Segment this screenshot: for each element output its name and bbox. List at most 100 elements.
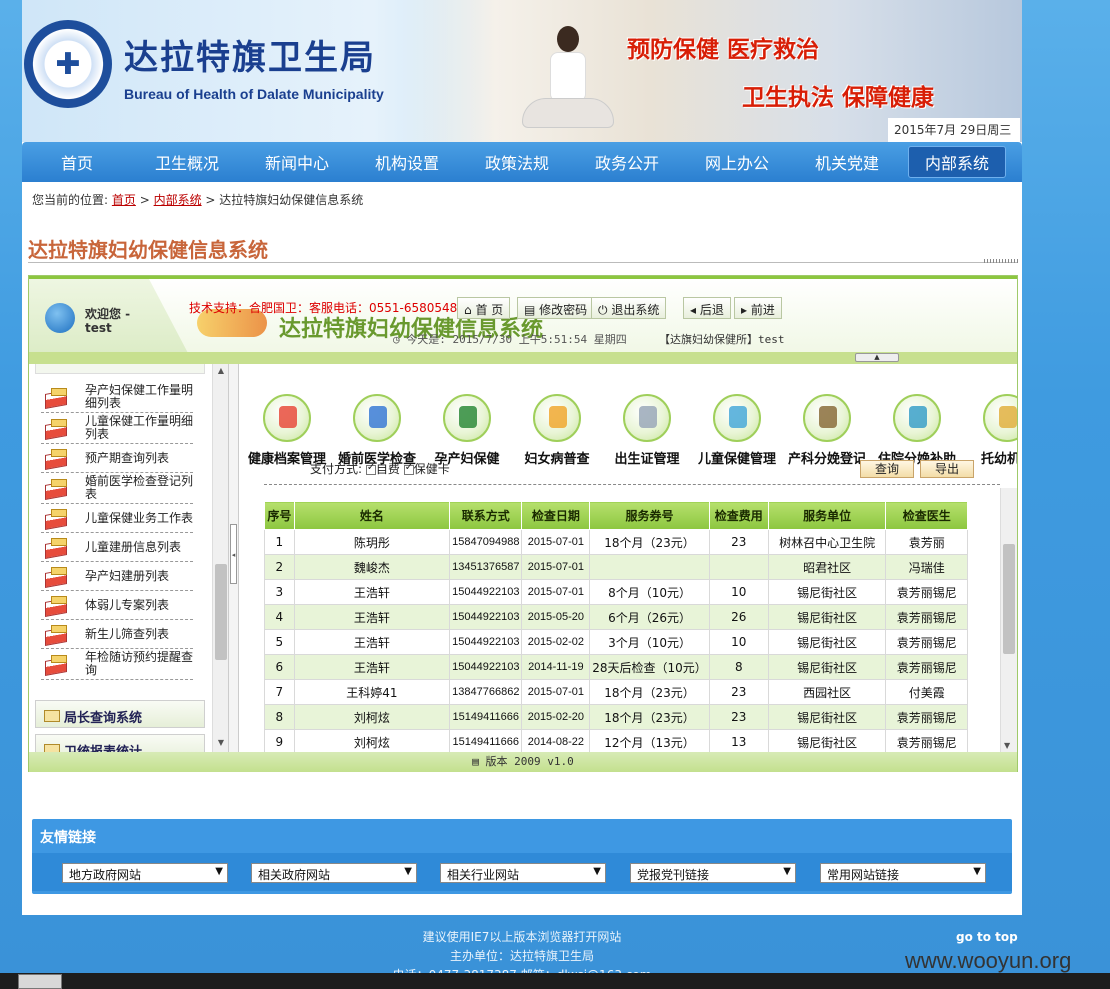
back-button[interactable]: ◂ 后退	[683, 297, 731, 319]
scroll-up-icon[interactable]: ▲	[215, 366, 227, 378]
table-cell: 1	[264, 529, 295, 555]
nav-item-online-office[interactable]: 网上办公	[682, 150, 792, 174]
table-row[interactable]: 7 王科婷41 13847766862 2015-07-01 18个月（23元） 23 西园…	[264, 679, 968, 705]
select-party-press[interactable]: 党报党刊链接	[630, 863, 796, 883]
go-to-top-link[interactable]: go to top	[956, 930, 1018, 944]
table-cell: 魏峻杰	[293, 554, 451, 580]
payment-filter: 支付方式: 自费 保健卡	[310, 460, 450, 477]
col-fee: 检查费用	[708, 501, 769, 530]
sidebar-item[interactable]: 年检随访预约提醒查询	[41, 649, 193, 680]
nav-item-overview[interactable]: 卫生概况	[132, 150, 242, 174]
quick-link-maternal-care[interactable]: 孕产妇保健	[422, 394, 512, 467]
childcare-institution-icon	[983, 394, 1017, 442]
change-password-button[interactable]: ▤ 修改密码	[517, 297, 595, 319]
table-row[interactable]: 5 王浩轩 15044922103 2015-02-02 3个月（10元） 10 锡尼街社区…	[264, 629, 968, 655]
nav-item-party[interactable]: 机关党建	[792, 150, 902, 174]
quick-link-birth-certificate[interactable]: 出生证管理	[602, 394, 692, 467]
forward-button[interactable]: ▸ 前进	[734, 297, 782, 319]
main-content: 健康档案管理 婚前医学检查 孕产妇保健 妇女病普查 出生证管理 儿童保健管理 产…	[240, 364, 1017, 752]
power-icon: ⏻	[598, 303, 608, 317]
table-cell: 15044922103	[449, 604, 523, 630]
query-button[interactable]: 查询	[860, 460, 915, 478]
table-row[interactable]: 8 刘柯炫 15149411666 2015-02-20 18个月（23元） 23 锡尼街社…	[264, 704, 968, 730]
quick-link-childcare-institution[interactable]: 托幼机构	[962, 394, 1017, 467]
select-common-sites[interactable]: 常用网站链接	[820, 863, 986, 883]
logout-button[interactable]: ⏻ 退出系统	[591, 297, 667, 319]
table-cell: 刘柯炫	[293, 729, 451, 752]
sidebar-item[interactable]: 儿童建册信息列表	[41, 533, 193, 562]
sidebar-item[interactable]: 婚前医学检查登记列表	[41, 473, 193, 504]
quick-link-womens-screening[interactable]: 妇女病普查	[512, 394, 602, 467]
nav-item-news[interactable]: 新闻中心	[242, 150, 352, 174]
sidebar-item[interactable]: 孕产妇保健工作量明细列表	[41, 382, 193, 413]
yoga-figure-image	[512, 6, 622, 136]
main-scroll-thumb[interactable]	[1003, 544, 1015, 654]
taskbar-item[interactable]	[18, 974, 62, 989]
username: test	[85, 321, 112, 335]
nav-item-policy[interactable]: 政策法规	[462, 150, 572, 174]
self-pay-checkbox[interactable]	[365, 462, 376, 475]
pane-splitter[interactable]: ◂	[229, 364, 239, 752]
table-row[interactable]: 1 陈玥彤 15847094988 2015-07-01 18个月（23元） 23 树林召中…	[264, 529, 968, 555]
col-name: 姓名	[293, 501, 451, 530]
scroll-down-icon[interactable]: ▼	[1004, 741, 1010, 750]
table-cell: 锡尼街社区	[767, 729, 887, 752]
table-cell: 锡尼街社区	[767, 604, 887, 630]
title-divider	[28, 259, 1018, 263]
nav-item-internal-system[interactable]: 内部系统	[902, 146, 1012, 178]
health-card-checkbox[interactable]	[403, 462, 414, 475]
breadcrumb-section-link[interactable]: 内部系统	[154, 193, 202, 207]
sidebar-item[interactable]: 新生儿筛查列表	[41, 620, 193, 649]
quick-link-premarital-exam[interactable]: 婚前医学检查	[332, 394, 422, 467]
table-row[interactable]: 4 王浩轩 15044922103 2015-05-20 6个月（26元） 26 锡尼街社区…	[264, 604, 968, 630]
table-cell: 23	[708, 529, 769, 555]
sidebar-item[interactable]: 孕产妇建册列表	[41, 562, 193, 591]
collapse-handle[interactable]: ▲	[855, 353, 899, 362]
quick-link-delivery-subsidy[interactable]: 住院分娩补助	[872, 394, 962, 467]
sidebar-scrollbar[interactable]: ▲ ▼	[212, 364, 228, 752]
table-cell: 锡尼街社区	[767, 579, 887, 605]
quick-link-delivery-registration[interactable]: 产科分娩登记	[782, 394, 872, 467]
table-cell: 15044922103	[449, 579, 523, 605]
table-cell: 袁芳丽锡尼	[885, 604, 968, 630]
select-related-gov[interactable]: 相关政府网站	[251, 863, 417, 883]
table-row[interactable]: 2 魏峻杰 13451376587 2015-07-01 昭君社区 冯瑞佳	[264, 554, 968, 580]
sidebar-item[interactable]: 预产期查询列表	[41, 444, 193, 473]
sidebar-item[interactable]: 儿童保健业务工作表	[41, 504, 193, 533]
table-cell: 18个月（23元）	[589, 529, 710, 555]
nav-item-organization[interactable]: 机构设置	[352, 150, 462, 174]
report-icon	[41, 447, 71, 469]
home-button[interactable]: ⌂ 首 页	[457, 297, 511, 319]
table-cell: 13847766862	[449, 679, 523, 705]
nav-item-home[interactable]: 首页	[22, 150, 132, 174]
quick-link-health-records[interactable]: 健康档案管理	[242, 394, 332, 467]
nav-item-public-affairs[interactable]: 政务公开	[572, 150, 682, 174]
table-cell: 冯瑞佳	[885, 554, 968, 580]
select-related-industry[interactable]: 相关行业网站	[440, 863, 606, 883]
export-button[interactable]: 导出	[920, 460, 975, 478]
table-header-row: 序号 姓名 联系方式 检查日期 服务券号 检查费用 服务单位 检查医生	[264, 501, 968, 530]
sidebar-group-health-stats[interactable]: 卫统报表统计	[35, 734, 205, 752]
scroll-down-icon[interactable]: ▼	[215, 738, 227, 750]
sidebar-scroll-thumb[interactable]	[215, 564, 227, 660]
table-row[interactable]: 9 刘柯炫 15149411666 2014-08-22 12个月（13元） 13 锡尼街社…	[264, 729, 968, 752]
sidebar-item[interactable]: 体弱儿专案列表	[41, 591, 193, 620]
table-cell: 西园社区	[767, 679, 887, 705]
select-local-gov[interactable]: 地方政府网站	[62, 863, 228, 883]
page-container: ✚ 达拉特旗卫生局 Bureau of Health of Dalate Mun…	[22, 0, 1022, 915]
friend-links: 友情链接 地方政府网站 相关政府网站 相关行业网站 党报党刊链接 常用网站链接	[32, 819, 1012, 894]
sidebar-group-director-query[interactable]: 局长查询系统	[35, 700, 205, 728]
table-cell: 15044922103	[449, 654, 523, 680]
sidebar-item[interactable]: 儿童保健工作量明细列表	[41, 413, 193, 444]
main-scrollbar[interactable]: ▼	[1000, 488, 1017, 752]
table-cell: 2015-05-20	[521, 604, 591, 630]
report-icon	[41, 507, 71, 529]
breadcrumb-home-link[interactable]: 首页	[112, 193, 136, 207]
table-row[interactable]: 3 王浩轩 15044922103 2015-07-01 8个月（10元） 10 锡尼街社区…	[264, 579, 968, 605]
quick-link-child-care[interactable]: 儿童保健管理	[692, 394, 782, 467]
report-icon	[41, 594, 71, 616]
splitter-grip[interactable]: ◂	[230, 524, 237, 584]
premarital-exam-icon	[353, 394, 401, 442]
table-row[interactable]: 6 王浩轩 15044922103 2014-11-19 28天后检查（10元） 8 锡尼街…	[264, 654, 968, 680]
maternal-care-icon	[443, 394, 491, 442]
